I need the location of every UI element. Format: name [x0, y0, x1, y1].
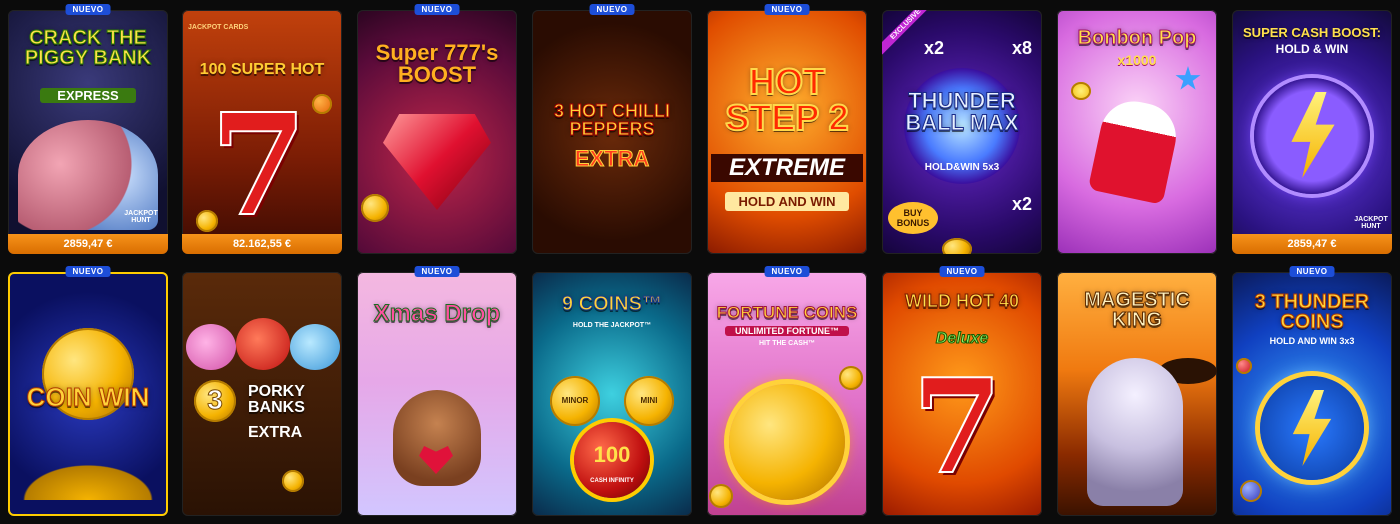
game-title: COIN WIN: [26, 382, 150, 412]
nuevo-badge: NUEVO: [764, 266, 810, 277]
mini-label: MINI: [640, 396, 658, 405]
coin-icon: [839, 366, 863, 390]
nuevo-badge: NUEVO: [65, 4, 111, 15]
game-tile-100-super-hot[interactable]: JACKPOT CARDS 100 SUPER HOT 7 82.162,55 …: [182, 10, 342, 254]
buy-bonus-badge: BUY BONUS: [888, 202, 938, 234]
game-tile-bonbon-pop[interactable]: Bonbon Pop x1000: [1057, 10, 1217, 254]
seven-symbol-icon: 7: [911, 350, 1003, 503]
game-tile-3-porky-banks[interactable]: 3 PORKY BANKS EXTRA: [182, 272, 342, 516]
coin-icon: [282, 470, 304, 492]
game-title: 9 COINS™: [561, 293, 663, 315]
game-subtitle: HOLD THE JACKPOT™: [572, 322, 652, 329]
cash-infinity-label: CASH INFINITY: [590, 478, 634, 484]
coin-icon: [709, 484, 733, 508]
grape-icon: [1240, 480, 1262, 502]
game-subtitle: x1000: [1117, 52, 1157, 68]
fruit-icon: [312, 94, 332, 114]
game-title: HOT STEP 2: [724, 61, 849, 138]
multiplier-label: x2: [924, 38, 945, 58]
game-tile-wild-hot-40[interactable]: NUEVO WILD HOT 40 Deluxe 7: [882, 266, 1042, 516]
multiplier-label: x8: [1011, 38, 1032, 58]
nuevo-badge: NUEVO: [414, 266, 460, 277]
crown-coin-icon: [729, 384, 845, 500]
ice-pop-icon: [1087, 95, 1183, 205]
game-subtitle: Deluxe: [935, 330, 989, 348]
nuevo-badge: NUEVO: [589, 4, 635, 15]
game-subtitle: EXTRA: [574, 146, 650, 172]
nuevo-badge: NUEVO: [1289, 266, 1335, 277]
coin-icon: [942, 238, 972, 254]
nuevo-badge: NUEVO: [414, 4, 460, 15]
game-subtitle: UNLIMITED FORTUNE™: [725, 326, 849, 336]
game-tile-thunder-ball-max[interactable]: EXCLUSIVE x2 x8 THUNDER BALL MAX HOLD&WI…: [882, 10, 1042, 254]
game-title: Bonbon Pop: [1077, 27, 1197, 49]
nuevo-badge: NUEVO: [764, 4, 810, 15]
game-tile-3-thunder-coins[interactable]: NUEVO 3 THUNDER COINS HOLD AND WIN 3x3: [1232, 266, 1392, 516]
game-tile-crack-the-piggy-bank[interactable]: NUEVO CRACK THE PIGGY BANK EXPRESS JACKP…: [8, 4, 168, 254]
game-title: PORKY BANKS: [248, 383, 305, 416]
game-title: THUNDER BALL MAX: [905, 88, 1019, 135]
minor-label: MINOR: [561, 396, 589, 405]
hold-and-win-label: HOLD AND WIN: [725, 192, 849, 211]
game-subtitle: EXPRESS: [40, 88, 136, 103]
jackpot-amount: 2859,47 €: [8, 234, 168, 254]
coin-icon: [361, 194, 389, 222]
game-tile-magestic-king[interactable]: MAGESTIC KING: [1057, 272, 1217, 516]
game-tile-3-hot-chilli-peppers[interactable]: NUEVO 3 HOT CHILLI PEPPERS EXTRA: [532, 4, 692, 254]
jackpot-amount: 2859,47 €: [1232, 234, 1392, 254]
game-tile-coin-win[interactable]: NUEVO COIN WIN: [8, 266, 168, 516]
nuevo-badge: NUEVO: [65, 266, 111, 277]
pig-blue-icon: [290, 324, 340, 370]
multiplier-label: x2: [1011, 194, 1032, 214]
game-tile-fortune-coins[interactable]: NUEVO FORTUNE COINS UNLIMITED FORTUNE™ H…: [707, 266, 867, 516]
seven-symbol-icon: 7: [209, 84, 308, 248]
jackpot-hunt-logo: JACKPOT HUNT: [1354, 216, 1388, 230]
hit-the-cash-label: HIT THE CASH™: [759, 340, 815, 347]
lion-icon: [1087, 358, 1183, 506]
game-title: FORTUNE COINS: [716, 303, 858, 322]
game-tile-super-cash-boost[interactable]: SUPER CASH BOOST: HOLD & WIN JACKPOT HUN…: [1232, 10, 1392, 254]
game-title: WILD HOT 40: [904, 291, 1019, 311]
diamond-icon: [383, 114, 491, 210]
nuevo-badge: NUEVO: [939, 266, 985, 277]
coin-pile-icon: [14, 460, 162, 500]
pig-pink-icon: [186, 324, 236, 370]
game-title: Xmas Drop: [373, 300, 501, 327]
game-tile-super-777s-boost[interactable]: NUEVO Super 777's BOOST: [357, 4, 517, 254]
game-subtitle: HOLD & WIN: [1275, 42, 1349, 56]
game-title: Super 777's BOOST: [375, 40, 499, 87]
game-subtitle: HOLD&WIN 5x3: [924, 162, 1000, 173]
number-three-label: 3: [207, 384, 224, 416]
pig-red-icon: [236, 318, 290, 370]
candy-icon: [1071, 82, 1091, 100]
game-subtitle: EXTRA: [248, 424, 303, 441]
game-title: SUPER CASH BOOST:: [1243, 25, 1381, 40]
cherry-icon: [1236, 358, 1252, 374]
game-tile-hot-step-2[interactable]: NUEVO HOT STEP 2 EXTREME HOLD AND WIN: [707, 4, 867, 254]
star-candy-icon: [1175, 66, 1201, 90]
game-tile-9-coins[interactable]: 9 COINS™ HOLD THE JACKPOT™ MINOR MINI 10…: [532, 272, 692, 516]
game-grid: NUEVO CRACK THE PIGGY BANK EXPRESS JACKP…: [0, 0, 1400, 524]
coin-value-label: 100: [593, 442, 631, 467]
game-subtitle: HOLD AND WIN 3x3: [1269, 336, 1355, 346]
game-title: CRACK THE PIGGY BANK: [24, 27, 152, 69]
game-subtitle: EXTREME: [711, 154, 863, 182]
jackpot-cards-logo: JACKPOT CARDS: [188, 24, 249, 31]
jackpot-amount: 82.162,55 €: [182, 234, 342, 254]
jackpot-hunt-logo: JACKPOT HUNT: [124, 210, 158, 224]
game-title: 100 SUPER HOT: [199, 61, 325, 78]
game-title: 3 THUNDER COINS: [1254, 291, 1370, 333]
game-title: 3 HOT CHILLI PEPPERS: [554, 101, 671, 139]
game-tile-xmas-drop[interactable]: NUEVO Xmas Drop: [357, 266, 517, 516]
coin-icon: [196, 210, 218, 232]
game-title: MAGESTIC KING: [1084, 289, 1191, 331]
